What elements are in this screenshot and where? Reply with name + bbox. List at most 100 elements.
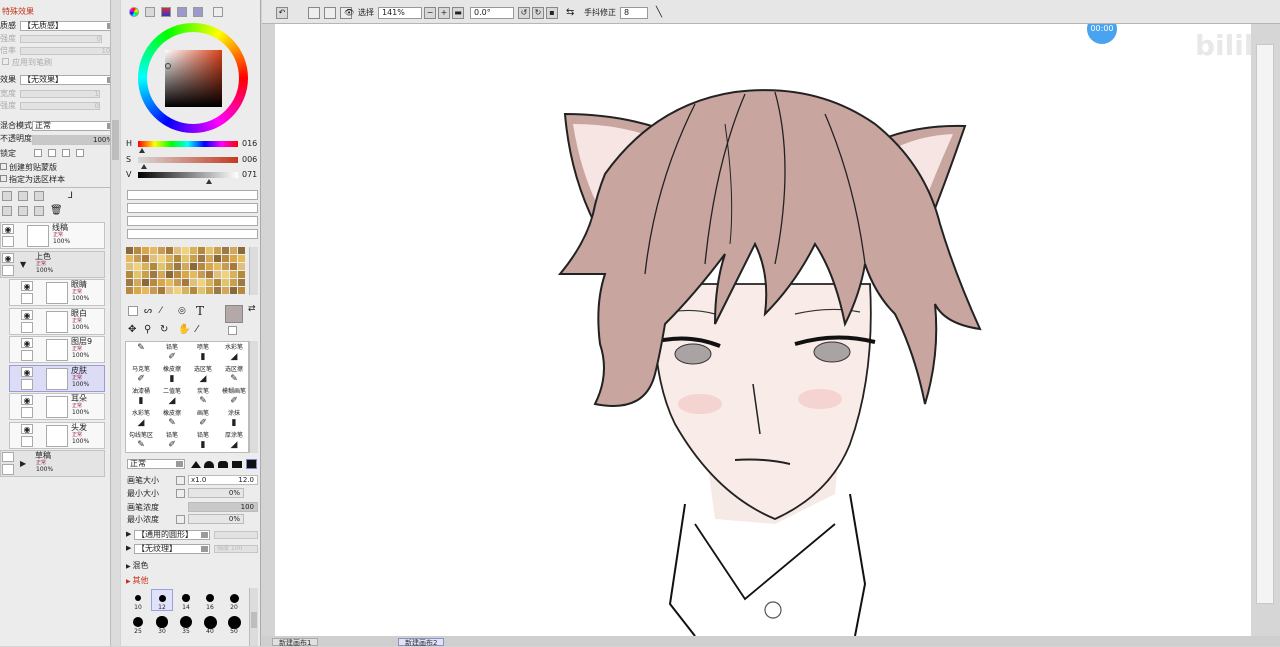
color-swatch[interactable] — [126, 263, 133, 270]
color-swatch[interactable] — [158, 287, 165, 294]
blend-mode-select[interactable]: 正常 — [32, 121, 116, 131]
color-swatch[interactable] — [182, 247, 189, 254]
color-swatch[interactable] — [182, 279, 189, 286]
color-swatch[interactable] — [142, 263, 149, 270]
doc-tab-1[interactable]: 新建画布1 — [272, 638, 319, 647]
effect-select[interactable]: 【无效果】 — [20, 75, 116, 85]
color-swatch[interactable] — [190, 287, 197, 294]
value-marker[interactable] — [206, 179, 212, 184]
color-swatch[interactable] — [158, 247, 165, 254]
color-swatch[interactable] — [206, 255, 213, 262]
layer-transfer-icon[interactable]: ⅃ — [68, 191, 78, 201]
brush-cell[interactable]: 二值笔 ◢ — [157, 386, 187, 408]
color-history-row-4[interactable] — [127, 229, 258, 239]
color-swatch[interactable] — [182, 263, 189, 270]
color-swatch[interactable] — [158, 255, 165, 262]
brush-cell[interactable]: ✎ — [126, 342, 156, 364]
color-swatch[interactable] — [182, 287, 189, 294]
saturation-slider[interactable] — [138, 157, 238, 163]
hue-marker[interactable] — [139, 148, 145, 153]
stabilizer-select[interactable]: 8 — [620, 7, 648, 19]
color-swatch[interactable] — [126, 279, 133, 286]
texture-expand-icon[interactable]: ▶ — [126, 544, 131, 552]
min-density-slider[interactable]: 0% — [188, 514, 244, 524]
hue-slider[interactable] — [138, 141, 238, 147]
brush-shape-select[interactable]: 【通用的圆形】 — [134, 530, 210, 540]
color-swatch[interactable] — [142, 255, 149, 262]
color-swatch[interactable] — [230, 263, 237, 270]
color-swatch[interactable] — [166, 279, 173, 286]
brush-cell[interactable]: 油漆桶 ▮ — [126, 386, 156, 408]
blend-toggle[interactable]: ▶ 混色 — [126, 560, 149, 571]
visibility-eye-icon[interactable]: ◉ — [2, 224, 14, 234]
opacity-slider[interactable]: 100% — [32, 135, 116, 145]
eyedropper-icon[interactable]: ⁄ — [196, 324, 206, 335]
layer-row[interactable]: ▶ 草稿 正常 100% — [0, 450, 105, 477]
width-slider[interactable]: 1 — [20, 90, 100, 98]
palette-toggle-icon[interactable] — [193, 7, 203, 17]
layer-lock-icon[interactable] — [21, 407, 33, 418]
color-swatch[interactable] — [142, 287, 149, 294]
magic-wand-icon[interactable]: ⁄ — [160, 306, 170, 316]
scale-slider[interactable]: 0 — [20, 35, 102, 43]
color-swatch[interactable] — [126, 247, 133, 254]
color-swatch[interactable] — [198, 255, 205, 262]
color-swatch[interactable] — [190, 263, 197, 270]
color-swatch[interactable] — [190, 255, 197, 262]
color-swatch[interactable] — [182, 255, 189, 262]
color-swatch[interactable] — [222, 287, 229, 294]
color-swatch[interactable] — [198, 279, 205, 286]
min-density-toggle-icon[interactable] — [176, 515, 185, 524]
layer-row[interactable]: ◉ 眼睛 正常 100% — [9, 279, 105, 306]
folder-toggle-icon[interactable]: ▶ — [20, 459, 26, 468]
lock-move-icon[interactable] — [62, 149, 70, 157]
strength-slider[interactable]: 10% — [20, 47, 118, 55]
layer-lock-icon[interactable] — [21, 321, 33, 333]
rotation-select[interactable]: 0.0° — [470, 7, 514, 19]
brush-cell[interactable]: 铅笔 ✐ — [157, 430, 187, 452]
lasso-icon[interactable]: ᔕ — [144, 306, 154, 316]
layer-lock-icon[interactable] — [21, 378, 33, 390]
brush-cell[interactable]: 橡皮擦 ✎ — [157, 408, 187, 430]
color-swatch[interactable] — [166, 271, 173, 278]
merge-visible-icon[interactable] — [18, 206, 28, 216]
texture-strength-slider[interactable]: 强度 100 — [214, 545, 258, 553]
swap-colors-icon[interactable]: ⇄ — [248, 304, 256, 314]
color-swatch[interactable] — [126, 271, 133, 278]
visibility-eye-icon[interactable]: ◉ — [21, 423, 33, 434]
layer-lock-icon[interactable] — [2, 264, 14, 276]
color-swatch[interactable] — [126, 255, 133, 262]
color-swatch[interactable] — [150, 271, 157, 278]
doc-tab-2[interactable]: 新建画布2 — [398, 638, 445, 647]
brush-cell[interactable]: 选区笔 ◢ — [188, 364, 218, 386]
layer-lock-icon[interactable] — [21, 435, 33, 447]
drawing-canvas[interactable]: 00:00 bilibili — [275, 24, 1251, 636]
color-swatch[interactable] — [238, 279, 245, 286]
brush-cell[interactable]: 水彩笔 ◢ — [126, 408, 156, 430]
deselect-button[interactable] — [308, 7, 320, 19]
color-swatch[interactable] — [142, 271, 149, 278]
color-swatch[interactable] — [214, 287, 221, 294]
brush-cell[interactable]: 喷笔 ▮ — [188, 342, 218, 364]
color-history-row-3[interactable] — [127, 216, 258, 226]
brush-cell[interactable]: 马克笔 ✐ — [126, 364, 156, 386]
color-swatch[interactable] — [174, 287, 181, 294]
color-swatch[interactable] — [166, 287, 173, 294]
color-swatch[interactable] — [222, 279, 229, 286]
color-swatch[interactable] — [142, 247, 149, 254]
visibility-eye-icon[interactable] — [2, 452, 14, 462]
color-swatch[interactable] — [230, 255, 237, 262]
merge-down-icon[interactable] — [2, 206, 12, 216]
brush-grid-scrollbar[interactable] — [249, 341, 258, 453]
undo-button[interactable]: ↶ — [276, 7, 288, 19]
rotate-reset-button[interactable]: ▪ — [546, 7, 558, 19]
color-swatch[interactable] — [206, 279, 213, 286]
color-swatch[interactable] — [134, 255, 141, 262]
color-swatch[interactable] — [222, 255, 229, 262]
color-swatch[interactable] — [238, 263, 245, 270]
rect-select-icon[interactable] — [128, 306, 138, 316]
brush-texture-select[interactable]: 【无纹理】 — [134, 544, 210, 554]
color-swatch[interactable] — [206, 271, 213, 278]
layer-lock-icon[interactable] — [21, 350, 33, 361]
visibility-eye-icon[interactable]: ◉ — [21, 309, 33, 320]
